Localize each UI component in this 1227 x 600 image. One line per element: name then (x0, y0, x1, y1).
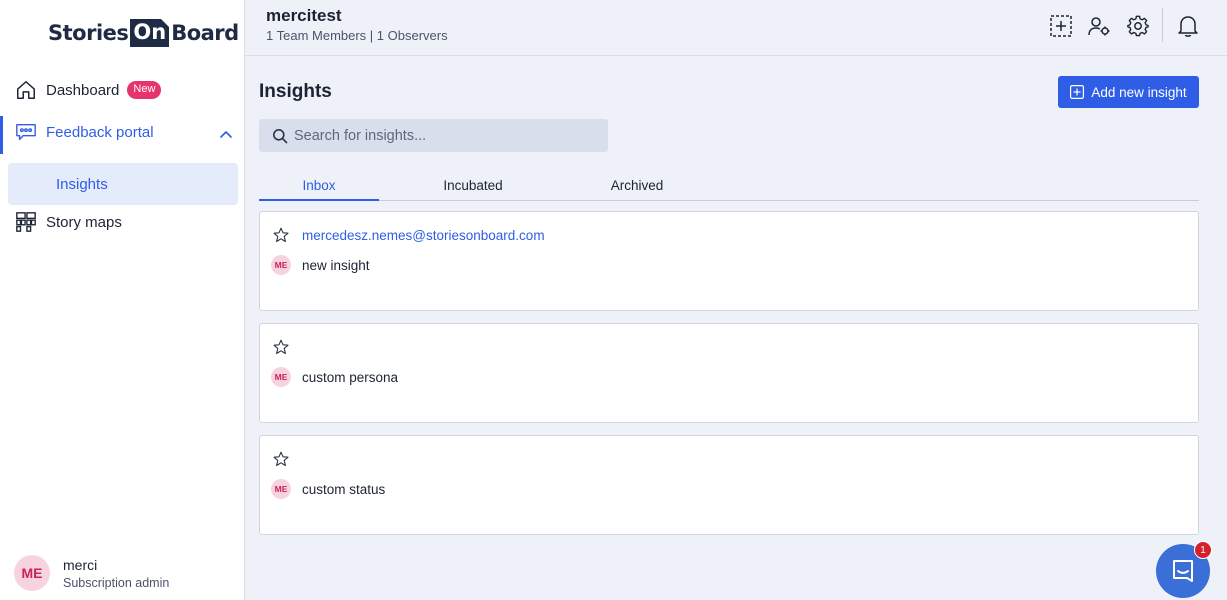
star-icon[interactable] (273, 227, 289, 243)
project-title: mercitest (266, 6, 342, 25)
search-input[interactable] (294, 127, 594, 144)
insight-card[interactable]: ME custom status (259, 435, 1199, 535)
tab-inbox[interactable]: Inbox (259, 171, 379, 201)
add-box-icon[interactable] (1048, 13, 1074, 39)
insight-author-email[interactable]: mercedesz.nemes@storiesonboard.com (302, 228, 545, 243)
plus-box-icon (1070, 85, 1085, 99)
sidebar-item-label: Feedback portal (46, 123, 154, 141)
page-title: Insights (259, 81, 332, 102)
project-members-summary: 1 Team Members | 1 Observers (266, 28, 448, 43)
user-profile[interactable]: ME merci Subscription admin (14, 555, 169, 591)
search-icon (273, 128, 288, 143)
insight-card[interactable]: ME custom persona (259, 323, 1199, 423)
avatar: ME (271, 479, 291, 499)
insight-title: custom persona (302, 370, 399, 385)
storiesonboard-logo[interactable]: Stories On Board (48, 14, 239, 52)
top-header: mercitest 1 Team Members | 1 Observers (245, 0, 1227, 56)
sidebar-item-dashboard[interactable]: Dashboard New (14, 77, 162, 103)
sidebar-item-label: Insights (56, 175, 108, 193)
chevron-up-icon[interactable] (218, 127, 234, 143)
user-role: Subscription admin (63, 575, 170, 590)
chat-icon (1173, 560, 1193, 582)
sidebar-item-feedback-portal[interactable]: Feedback portal (14, 119, 154, 145)
sidebar-item-label: Story maps (46, 213, 122, 231)
user-info: merci Subscription admin (63, 557, 169, 590)
gear-icon[interactable] (1125, 13, 1151, 39)
tab-archived[interactable]: Archived (577, 171, 697, 200)
add-new-insight-label: Add new insight (1091, 84, 1187, 100)
app-root: Stories On Board Dashboard New Feedback … (0, 0, 1227, 600)
star-icon[interactable] (273, 451, 289, 467)
star-icon[interactable] (273, 339, 289, 355)
logo-text-stories: Stories (48, 21, 129, 45)
tab-incubated[interactable]: Incubated (413, 171, 533, 200)
sidebar-item-story-maps[interactable]: Story maps (14, 209, 122, 235)
new-badge: New (127, 81, 162, 99)
insight-card[interactable]: mercedesz.nemes@storiesonboard.com ME ne… (259, 211, 1199, 311)
user-settings-icon[interactable] (1086, 13, 1112, 39)
main-content: Insights Add new insight Inbox Incubated… (245, 57, 1227, 600)
header-divider (1162, 8, 1163, 42)
home-icon (14, 78, 38, 102)
chat-notification-badge: 1 (1194, 541, 1212, 559)
insight-title: new insight (302, 258, 370, 273)
chat-bubble-icon (14, 120, 38, 144)
add-new-insight-button[interactable]: Add new insight (1058, 76, 1199, 108)
avatar: ME (271, 255, 291, 275)
insight-title: custom status (302, 482, 386, 497)
avatar: ME (14, 555, 50, 591)
grid-board-icon (14, 210, 38, 234)
avatar: ME (271, 367, 291, 387)
sidebar-item-insights[interactable]: Insights (8, 163, 238, 205)
insight-search (259, 119, 608, 152)
insight-tabs: Inbox Incubated Archived (259, 171, 1199, 201)
bell-icon[interactable] (1175, 13, 1201, 39)
logo-text-board: Board (171, 21, 239, 45)
sidebar: Stories On Board Dashboard New Feedback … (0, 0, 245, 600)
active-section-indicator (0, 116, 3, 154)
user-name: merci (63, 556, 98, 573)
logo-text-on: On (130, 19, 170, 47)
sidebar-item-label: Dashboard (46, 81, 120, 99)
